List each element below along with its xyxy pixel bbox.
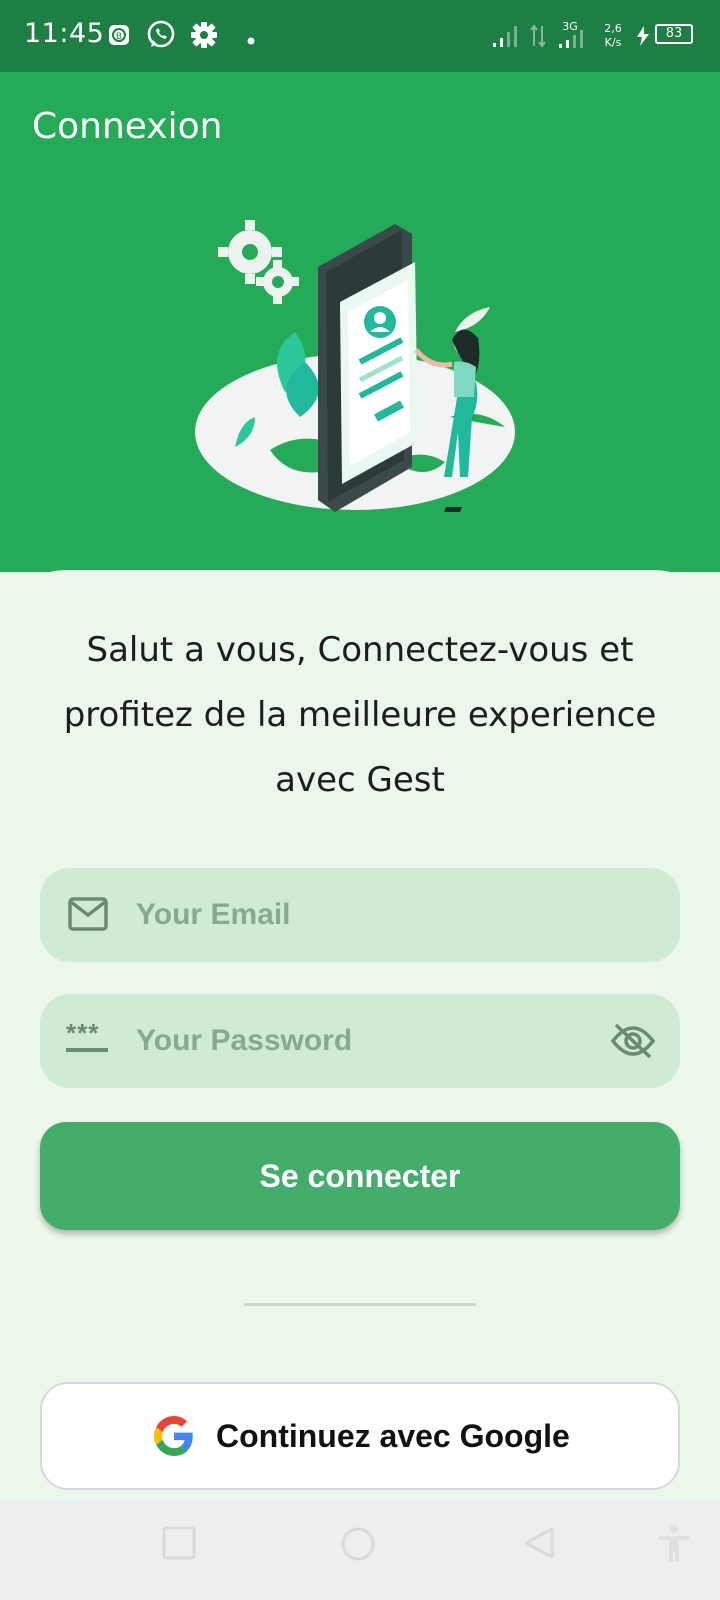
back-icon[interactable] xyxy=(522,1526,556,1565)
accessibility-icon[interactable] xyxy=(656,1524,692,1569)
page-title: Connexion xyxy=(32,106,223,147)
dot-icon xyxy=(247,32,255,50)
google-signin-button[interactable]: Continuez avec Google xyxy=(40,1382,680,1490)
password-input[interactable] xyxy=(136,994,576,1088)
email-input[interactable] xyxy=(136,868,576,962)
password-icon-text: *** xyxy=(66,1018,100,1048)
divider xyxy=(244,1303,476,1306)
speed-value: 2,6 xyxy=(604,22,622,35)
greeting-line-3: avec Gest xyxy=(275,760,445,800)
visibility-off-icon[interactable] xyxy=(610,1022,656,1065)
home-icon[interactable] xyxy=(340,1526,376,1567)
google-button-label: Continuez avec Google xyxy=(216,1418,570,1454)
recents-icon[interactable] xyxy=(162,1526,196,1565)
svg-text:B: B xyxy=(116,32,122,42)
status-time: 11:45 xyxy=(24,18,105,49)
email-field[interactable] xyxy=(40,868,680,962)
login-button[interactable]: Se connecter xyxy=(40,1122,680,1230)
whatsapp-icon xyxy=(146,20,176,55)
login-illustration xyxy=(190,212,530,517)
greeting-text: Salut a vous, Connectez-vous et profitez… xyxy=(40,618,680,813)
email-icon xyxy=(68,896,108,937)
signal-icon xyxy=(492,24,522,53)
bixby-icon: B xyxy=(108,24,130,51)
header: Connexion xyxy=(0,72,720,572)
greeting-line-2: profitez de la meilleure experience xyxy=(63,695,657,735)
settings-icon xyxy=(190,21,218,54)
signal-3g-icon xyxy=(558,30,590,53)
greeting-line-1: Salut a vous, Connectez-vous et xyxy=(86,630,634,670)
password-icon: *** xyxy=(66,1018,110,1052)
data-arrows-icon xyxy=(530,24,546,53)
battery-icon: 83 xyxy=(655,24,693,44)
speed-unit: K/s xyxy=(604,36,622,49)
password-field[interactable]: *** xyxy=(40,994,680,1088)
google-icon xyxy=(154,1416,194,1461)
status-bar: 11:45 B 3G 2,6 K/s 83 xyxy=(0,0,720,72)
charging-icon xyxy=(636,26,650,51)
system-nav-bar xyxy=(0,1502,720,1600)
